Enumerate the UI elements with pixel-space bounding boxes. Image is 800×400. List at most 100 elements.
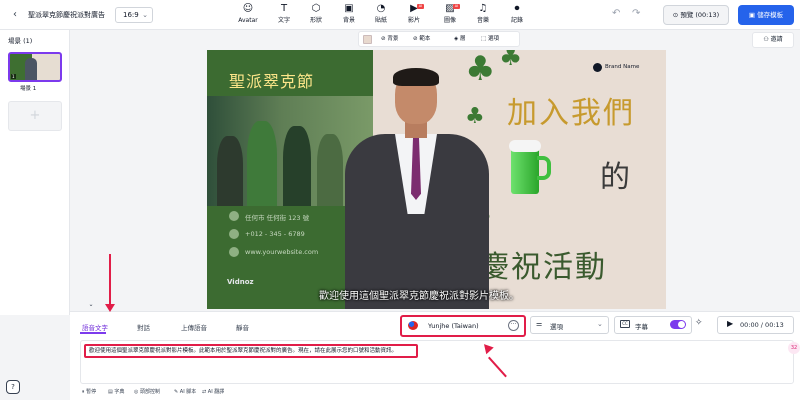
collapse-chevron-icon[interactable]: ⌄ <box>86 301 96 309</box>
avatar-presenter[interactable] <box>337 68 497 309</box>
script-chip[interactable]: ⇄ AI 翻譯 <box>202 387 224 397</box>
tool-image[interactable]: ▨ 圖像 AI <box>433 2 467 28</box>
more-options-icon[interactable]: ··· <box>508 320 519 331</box>
script-chip[interactable]: ✎ AI 腳本 <box>174 387 196 397</box>
video-canvas[interactable]: 聖派翠克節 任何市 任何街 123 號 +012 - 345 - 6789 ww… <box>207 50 666 309</box>
tool-label: 影片 <box>407 17 420 24</box>
select-icon: ⬚ <box>481 36 488 42</box>
script-chip[interactable]: ▤ 字典 <box>108 387 124 397</box>
tool-text[interactable]: T 文字 <box>267 2 301 28</box>
undo-icon[interactable]: ↶ <box>612 8 620 19</box>
save-icon: ▣ <box>748 11 758 19</box>
beer-mug-icon[interactable] <box>507 140 551 196</box>
chip-icon: ✎ <box>174 389 179 395</box>
tool-label: 音樂 <box>476 17 489 24</box>
add-user-icon: ⚇ <box>763 36 771 43</box>
add-scene-button[interactable]: + <box>8 101 62 131</box>
headline-of[interactable]: 的 <box>600 152 630 196</box>
script-chip[interactable]: ⏸ 暫停 <box>82 387 96 397</box>
toggle-knob <box>678 321 685 328</box>
mug-body <box>511 148 539 194</box>
tool-music[interactable]: ♫ 音樂 <box>466 2 500 28</box>
script-text[interactable]: 歡迎使用這個聖派翠克節慶祝派對影片模板。此範本用於聖派翠克節慶祝派對的廣告。現在… <box>84 344 418 358</box>
layer-tool-label: 層 <box>459 36 466 42</box>
shamrock-icon: ♣ <box>499 50 523 72</box>
play-icon[interactable]: ▶ <box>727 319 733 328</box>
subtitle-toggle[interactable] <box>670 320 686 329</box>
chevron-down-icon: ⌄ <box>142 11 148 19</box>
globe-icon <box>229 247 239 257</box>
tool-record[interactable]: ⏺ 記錄 <box>500 2 534 28</box>
help-icon[interactable]: ? <box>6 380 20 394</box>
tool-label: 文字 <box>277 17 290 24</box>
presenter-hair <box>393 68 439 86</box>
plus-icon: + <box>29 108 41 123</box>
preview-label: 預覽 (00:13) <box>680 11 720 19</box>
thumb-presenter <box>25 58 37 80</box>
save-template-button[interactable]: ▣ 儲存模板 <box>738 5 794 25</box>
tool-background[interactable]: ▣ 背景 <box>332 2 366 28</box>
mug-foam <box>509 140 541 152</box>
template-tool[interactable]: ⊘ 範本 <box>413 34 430 44</box>
voice-name: Yunjhe (Taiwan) <box>428 322 479 330</box>
redo-icon[interactable]: ↷ <box>632 8 640 19</box>
text-icon: T <box>280 3 288 14</box>
photo-person <box>247 121 277 206</box>
tab-text-to-speech[interactable]: 語音文字 <box>82 322 108 332</box>
tool-label: 記錄 <box>510 17 523 24</box>
canvas-title[interactable]: 聖派翠克節 <box>229 68 314 92</box>
background-tool[interactable]: ⊘ 背景 <box>381 34 398 44</box>
chevron-down-icon: ⌄ <box>597 320 603 328</box>
tool-avatar[interactable]: ☺ Avatar <box>231 2 265 28</box>
tool-shape[interactable]: ⬡ 形狀 <box>299 2 333 28</box>
tool-sticker[interactable]: ◔ 貼紙 <box>364 2 398 28</box>
select-tool-label: 選項 <box>487 36 499 42</box>
brand-name[interactable]: Brand Name <box>605 64 639 70</box>
brand-logo-icon <box>593 63 602 72</box>
tool-video[interactable]: ▶ 影片 AI <box>397 2 431 28</box>
address-text[interactable]: 任何市 任何街 123 號 <box>245 212 309 222</box>
chip-label: 字典 <box>114 389 125 395</box>
sticker-icon: ◔ <box>376 3 386 14</box>
tab-dialogue[interactable]: 對話 <box>137 322 150 332</box>
chip-label: 頭部控制 <box>139 389 160 395</box>
headline-celebration[interactable]: 慶祝活動 <box>479 242 607 286</box>
background-tool-label: 背景 <box>387 36 399 42</box>
tool-label: Avatar <box>238 17 258 24</box>
tool-label: 形狀 <box>309 17 322 24</box>
back-arrow-icon[interactable]: ‹ <box>9 9 21 21</box>
project-title[interactable]: 聖派翠克節慶祝派對廣告 <box>28 10 105 20</box>
script-chip[interactable]: ◎ 頭部控制 <box>134 387 160 397</box>
active-tab-indicator <box>80 332 106 334</box>
video-icon: ▶ <box>410 3 418 14</box>
phone-icon <box>229 229 239 239</box>
chip-icon: ▤ <box>108 389 113 395</box>
photo-person <box>283 126 311 206</box>
subtitle-style-icon[interactable]: ✧ <box>695 318 703 328</box>
sliders-icon: ⚌ <box>536 320 543 328</box>
headline-join[interactable]: 加入我們 <box>507 88 635 132</box>
tab-mute[interactable]: 靜音 <box>236 322 249 332</box>
chip-label: AI 腳本 <box>179 389 197 395</box>
background-icon: ▣ <box>344 3 354 14</box>
chip-icon: ⇄ <box>202 389 207 395</box>
annotation-arrowhead <box>105 304 115 312</box>
select-tool[interactable]: ⬚ 選項 <box>481 34 499 44</box>
preview-button[interactable]: ⊙ 預覽 (00:13) <box>663 5 729 25</box>
color-swatch[interactable] <box>363 35 372 44</box>
taiwan-flag-icon <box>408 321 418 330</box>
website-text[interactable]: www.yourwebsite.com <box>245 248 318 256</box>
aspect-ratio-select[interactable]: 16:9 ⌄ <box>115 7 153 23</box>
chip-icon: ◎ <box>134 389 139 395</box>
invite-button[interactable]: ⚇ 邀請 <box>752 32 794 48</box>
phone-text[interactable]: +012 - 345 - 6789 <box>245 230 305 238</box>
scene-thumbnail[interactable]: 1 <box>8 52 62 82</box>
chip-icon: ⏸ <box>82 389 85 395</box>
save-label: 儲存模板 <box>757 11 784 19</box>
word-count-badge: 32 <box>788 342 800 354</box>
layer-tool[interactable]: ◈ 層 <box>454 34 466 44</box>
tab-upload-audio[interactable]: 上傳語音 <box>181 322 207 332</box>
aspect-ratio-value: 16:9 <box>123 11 139 19</box>
tool-label: 背景 <box>342 17 355 24</box>
music-icon: ♫ <box>478 3 488 14</box>
